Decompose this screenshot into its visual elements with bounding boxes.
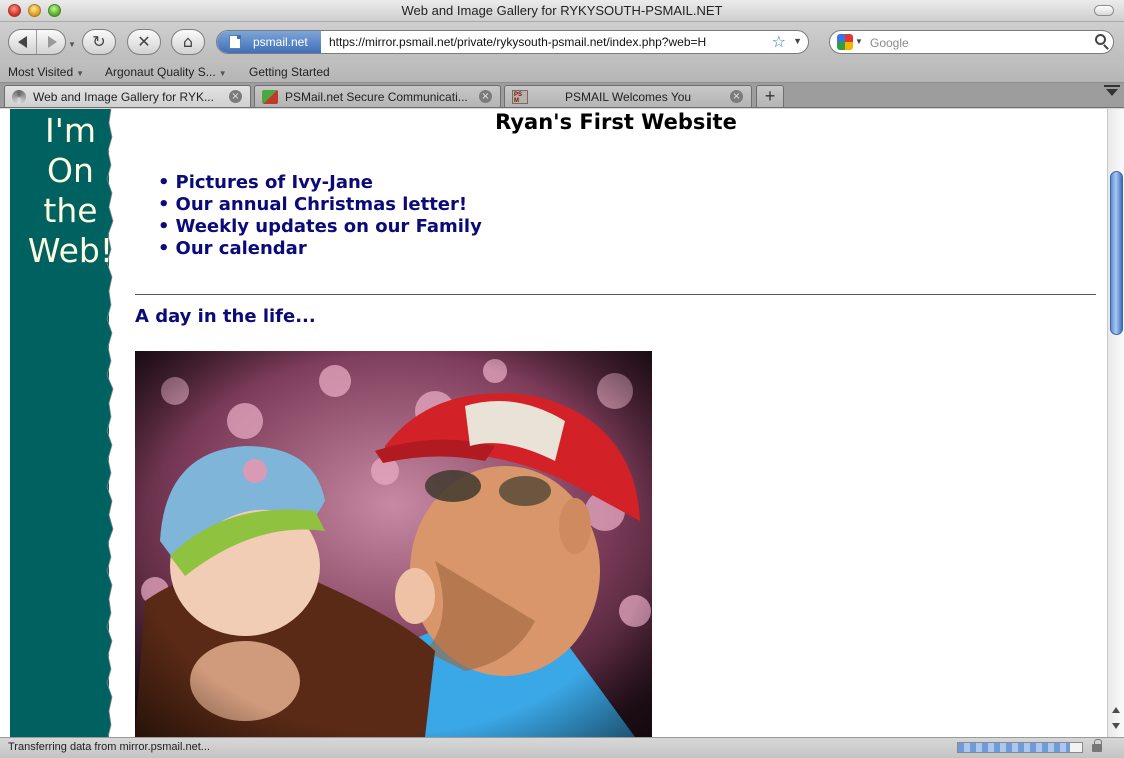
lock-icon[interactable]	[1092, 739, 1102, 752]
tab-label: Web and Image Gallery for RYK...	[33, 90, 214, 104]
page-icon	[229, 35, 241, 49]
bookmark-argonaut[interactable]: Argonaut Quality S... ▼	[105, 65, 227, 79]
stop-button[interactable]: ✕	[127, 29, 161, 55]
section-heading: A day in the life...	[135, 306, 316, 327]
bookmark-most-visited[interactable]: Most Visited ▼	[8, 65, 84, 79]
tab-psmail-secure[interactable]: PSMail.net Secure Communicati... ×	[254, 85, 501, 107]
psmail-favicon-icon	[512, 90, 528, 104]
reload-button[interactable]: ↻	[82, 29, 116, 55]
progress-bar	[957, 742, 1083, 753]
window-title-bar: Web and Image Gallery for RYKYSOUTH-PSMA…	[0, 0, 1124, 22]
forward-arrow-icon	[47, 36, 57, 48]
back-forward-group	[8, 29, 66, 55]
tab-label: PSMail.net Secure Communicati...	[285, 90, 468, 104]
nav-link-list: Pictures of Ivy-Jane Our annual Christma…	[158, 172, 482, 260]
bookmarks-toolbar: Most Visited ▼ Argonaut Quality S... ▼ Get…	[0, 60, 1124, 83]
tab-strip: Web and Image Gallery for RYK... × PSMai…	[0, 83, 1124, 108]
page-title: Ryan's First Website	[495, 110, 737, 134]
status-bar: Transferring data from mirror.psmail.net…	[0, 737, 1124, 758]
slogan-line: I'm	[45, 111, 96, 150]
chevron-down-icon: ▼	[76, 69, 85, 78]
list-all-tabs-icon[interactable]	[1104, 85, 1120, 96]
link-calendar[interactable]: Our calendar	[158, 238, 482, 260]
search-icon[interactable]	[1095, 34, 1106, 45]
toolbar-toggle-button[interactable]	[1094, 5, 1114, 16]
history-dropdown-icon[interactable]: ▼	[68, 40, 76, 49]
bookmark-star-icon[interactable]: ☆	[772, 32, 786, 51]
stop-icon: ✕	[137, 32, 151, 51]
close-tab-icon[interactable]: ×	[479, 90, 492, 103]
window-title: Web and Image Gallery for RYKYSOUTH-PSMA…	[401, 3, 723, 18]
bookmark-label: Most Visited	[8, 65, 74, 79]
vertical-scrollbar[interactable]	[1107, 109, 1124, 737]
url-history-dropdown-icon[interactable]: ▼	[793, 36, 802, 46]
home-button[interactable]: ⌂	[171, 29, 205, 55]
slogan-line: Web!	[27, 231, 114, 270]
tab-label: PSMAIL Welcomes You	[565, 90, 692, 104]
search-input[interactable]: Google	[870, 36, 909, 50]
search-engine-dropdown-icon[interactable]: ▼	[855, 37, 863, 46]
divider	[135, 294, 1096, 295]
content-viewport: I'm On the Web! Ryan's First Website Pic…	[0, 109, 1124, 737]
tab-web-gallery[interactable]: Web and Image Gallery for RYK... ×	[4, 85, 251, 107]
link-pictures-ivy-jane[interactable]: Pictures of Ivy-Jane	[158, 172, 482, 194]
web-page: I'm On the Web! Ryan's First Website Pic…	[0, 109, 1107, 737]
link-weekly-updates[interactable]: Weekly updates on our Family	[158, 216, 482, 238]
link-christmas-letter[interactable]: Our annual Christmas letter!	[158, 194, 482, 216]
slogan-line: On	[47, 151, 94, 190]
site-identity-label: psmail.net	[253, 35, 308, 49]
url-text[interactable]: https://mirror.psmail.net/private/rykyso…	[329, 35, 706, 49]
tab-psmail-welcome[interactable]: PSMAIL Welcomes You ×	[504, 85, 752, 107]
search-engine-icon[interactable]	[837, 34, 853, 50]
back-button[interactable]	[9, 30, 37, 54]
scroll-up-arrow-icon[interactable]	[1112, 707, 1120, 713]
address-bar[interactable]: psmail.net https://mirror.psmail.net/pri…	[216, 30, 809, 54]
new-tab-button[interactable]: +	[756, 85, 784, 107]
progress-fill	[958, 743, 1070, 752]
family-photo-icon	[135, 351, 652, 737]
close-tab-icon[interactable]: ×	[229, 90, 242, 103]
navigation-toolbar: ▼ ↻ ✕ ⌂ psmail.net https://mirror.psmail…	[0, 22, 1124, 60]
back-arrow-icon	[18, 36, 27, 48]
chevron-down-icon: ▼	[218, 69, 227, 78]
bookmark-label: Getting Started	[249, 65, 330, 79]
site-identity-button[interactable]: psmail.net	[217, 31, 321, 53]
close-tab-icon[interactable]: ×	[730, 90, 743, 103]
bookmark-label: Argonaut Quality S...	[105, 65, 216, 79]
loading-spinner-icon	[12, 90, 26, 104]
reload-icon: ↻	[92, 32, 106, 51]
scroll-down-arrow-icon[interactable]	[1112, 723, 1120, 729]
bookmark-getting-started[interactable]: Getting Started	[249, 65, 330, 79]
sidebar-slogan: I'm On the Web!	[18, 111, 123, 271]
network-favicon-icon	[262, 90, 278, 104]
status-text: Transferring data from mirror.psmail.net…	[8, 741, 210, 753]
scrollbar-thumb[interactable]	[1110, 171, 1123, 335]
home-icon: ⌂	[182, 32, 194, 51]
forward-button[interactable]	[38, 30, 66, 54]
slogan-line: the	[43, 191, 98, 230]
search-bar[interactable]: ▼ Google	[829, 30, 1114, 54]
